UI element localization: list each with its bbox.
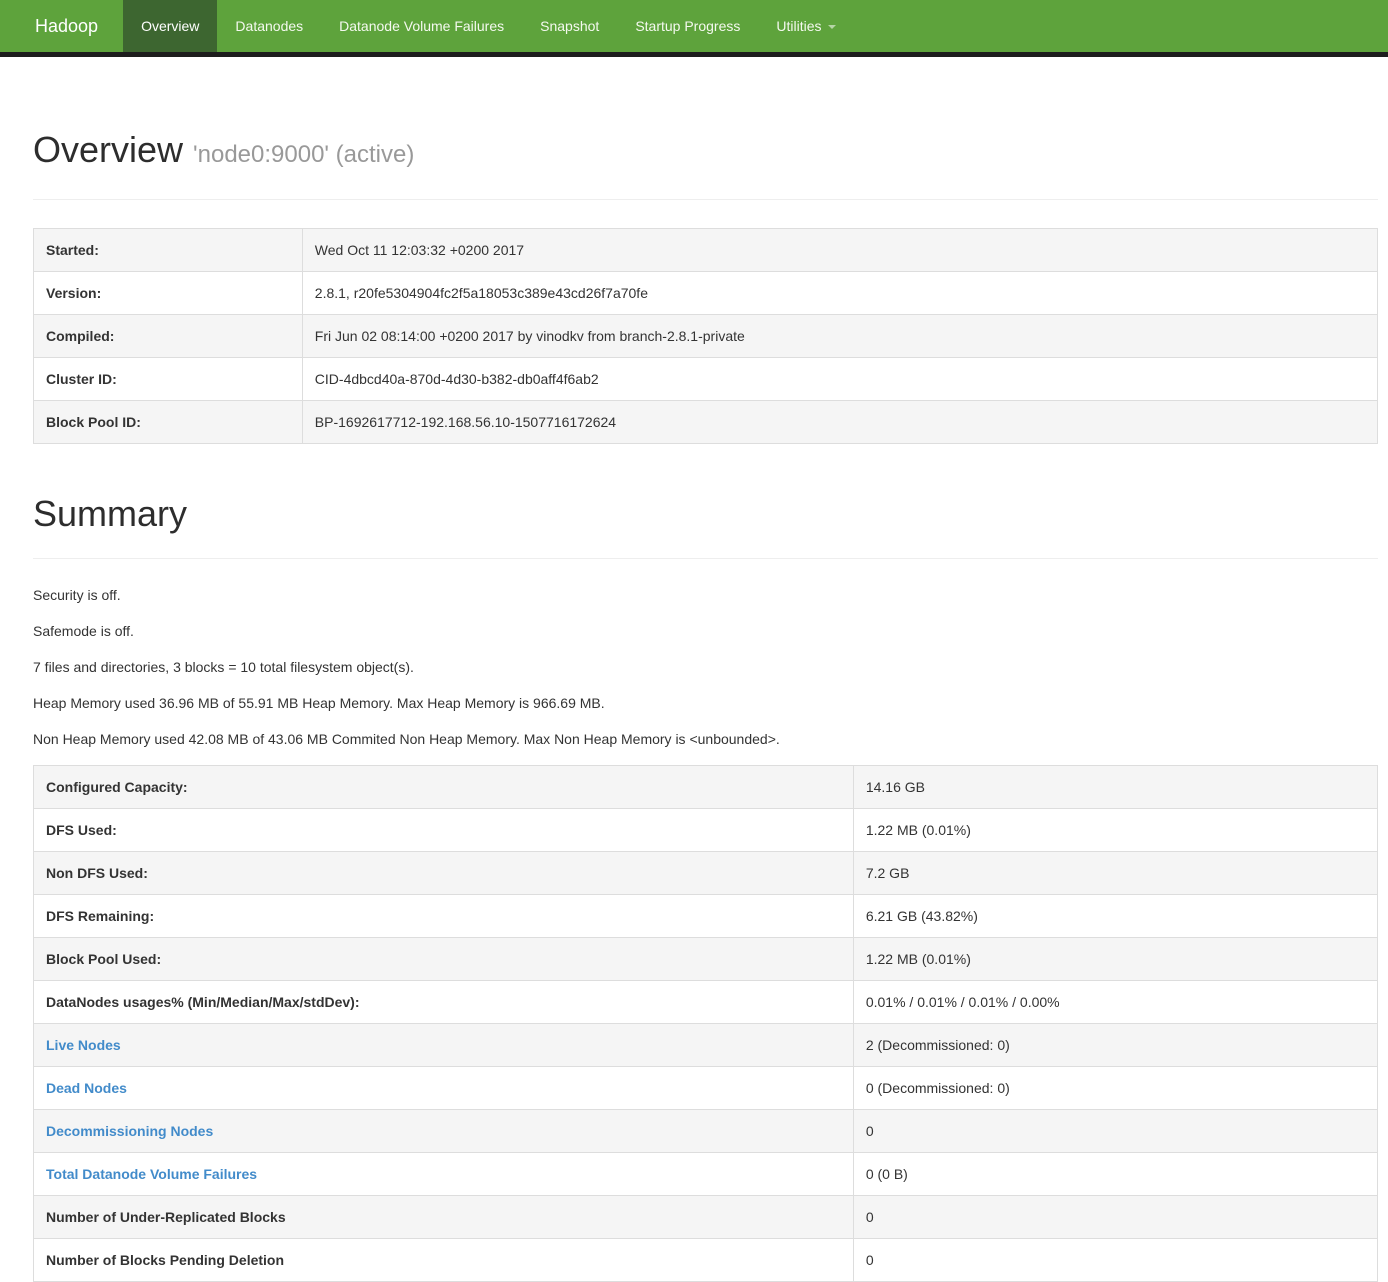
table-row-configured-capacity: Configured Capacity: 14.16 GB [34,766,1378,809]
caret-down-icon [828,25,836,29]
row-value: 0 (Decommissioned: 0) [853,1067,1377,1110]
summary-title: Summary [33,494,1378,534]
table-row-non-dfs-used: Non DFS Used: 7.2 GB [34,852,1378,895]
row-value: 2.8.1, r20fe5304904fc2f5a18053c389e43cd2… [302,272,1377,315]
row-value: 0 (0 B) [853,1153,1377,1196]
row-value: 0 [853,1196,1377,1239]
heap-memory-text: Heap Memory used 36.96 MB of 55.91 MB He… [33,693,1378,713]
row-value: 1.22 MB (0.01%) [853,938,1377,981]
table-row-dead-nodes: Dead Nodes 0 (Decommissioned: 0) [34,1067,1378,1110]
row-value: 1.22 MB (0.01%) [853,809,1377,852]
table-row-cluster-id: Cluster ID: CID-4dbcd40a-870d-4d30-b382-… [34,358,1378,401]
summary-page-header: Summary [33,494,1378,559]
table-row-total-datanode-volume-failures: Total Datanode Volume Failures 0 (0 B) [34,1153,1378,1196]
row-value: Wed Oct 11 12:03:32 +0200 2017 [302,229,1377,272]
main-content: Overview 'node0:9000' (active) Started: … [33,130,1378,1282]
row-value: BP-1692617712-192.168.56.10-150771617262… [302,401,1377,444]
table-row-version: Version: 2.8.1, r20fe5304904fc2f5a18053c… [34,272,1378,315]
safemode-status-text: Safemode is off. [33,621,1378,641]
navbar-bottom-border [0,52,1388,57]
nav-item-datanode-volume-failures[interactable]: Datanode Volume Failures [321,0,522,52]
row-value: 6.21 GB (43.82%) [853,895,1377,938]
table-row-started: Started: Wed Oct 11 12:03:32 +0200 2017 [34,229,1378,272]
table-row-decommissioning-nodes: Decommissioning Nodes 0 [34,1110,1378,1153]
table-row-datanodes-usages: DataNodes usages% (Min/Median/Max/stdDev… [34,981,1378,1024]
row-label: Decommissioning Nodes [34,1110,854,1153]
row-value: Fri Jun 02 08:14:00 +0200 2017 by vinodk… [302,315,1377,358]
hadoop-brand[interactable]: Hadoop [20,0,113,52]
overview-title-text: Overview [33,129,183,170]
row-value: 0.01% / 0.01% / 0.01% / 0.00% [853,981,1377,1024]
nav-item-utilities-label: Utilities [776,18,821,34]
table-row-dfs-used: DFS Used: 1.22 MB (0.01%) [34,809,1378,852]
nav-item-startup-progress[interactable]: Startup Progress [617,0,758,52]
row-label: Cluster ID: [34,358,303,401]
namenode-address-subtitle: 'node0:9000' (active) [193,141,414,168]
row-label: DataNodes usages% (Min/Median/Max/stdDev… [34,981,854,1024]
top-navbar: Hadoop Overview Datanodes Datanode Volum… [0,0,1388,52]
row-value: 14.16 GB [853,766,1377,809]
overview-info-table: Started: Wed Oct 11 12:03:32 +0200 2017 … [33,228,1378,444]
nav-item-utilities-dropdown[interactable]: Utilities [758,0,853,52]
row-label: Version: [34,272,303,315]
table-row-blocks-pending-deletion: Number of Blocks Pending Deletion 0 [34,1239,1378,1282]
row-label: DFS Remaining: [34,895,854,938]
nav-item-snapshot[interactable]: Snapshot [522,0,617,52]
nav-item-overview[interactable]: Overview [123,0,217,52]
row-label: Non DFS Used: [34,852,854,895]
row-label: Block Pool ID: [34,401,303,444]
non-heap-memory-text: Non Heap Memory used 42.08 MB of 43.06 M… [33,729,1378,749]
summary-table: Configured Capacity: 14.16 GB DFS Used: … [33,765,1378,1282]
filesystem-objects-text: 7 files and directories, 3 blocks = 10 t… [33,657,1378,677]
row-label: Started: [34,229,303,272]
dead-nodes-link[interactable]: Dead Nodes [46,1080,127,1096]
row-label: Live Nodes [34,1024,854,1067]
nav-item-datanodes[interactable]: Datanodes [217,0,321,52]
table-row-live-nodes: Live Nodes 2 (Decommissioned: 0) [34,1024,1378,1067]
row-label: Compiled: [34,315,303,358]
overview-title: Overview 'node0:9000' (active) [33,130,1378,175]
row-label: Configured Capacity: [34,766,854,809]
row-value: 0 [853,1239,1377,1282]
navbar-menu: Overview Datanodes Datanode Volume Failu… [123,0,853,52]
row-label: Number of Under-Replicated Blocks [34,1196,854,1239]
table-row-block-pool-used: Block Pool Used: 1.22 MB (0.01%) [34,938,1378,981]
row-label: Dead Nodes [34,1067,854,1110]
row-label: Number of Blocks Pending Deletion [34,1239,854,1282]
table-row-dfs-remaining: DFS Remaining: 6.21 GB (43.82%) [34,895,1378,938]
table-row-compiled: Compiled: Fri Jun 02 08:14:00 +0200 2017… [34,315,1378,358]
total-datanode-volume-failures-link[interactable]: Total Datanode Volume Failures [46,1166,257,1182]
overview-page-header: Overview 'node0:9000' (active) [33,130,1378,200]
security-status-text: Security is off. [33,585,1378,605]
row-label: Block Pool Used: [34,938,854,981]
decommissioning-nodes-link[interactable]: Decommissioning Nodes [46,1123,213,1139]
live-nodes-link[interactable]: Live Nodes [46,1037,121,1053]
row-value: 0 [853,1110,1377,1153]
row-value: 7.2 GB [853,852,1377,895]
table-row-block-pool-id: Block Pool ID: BP-1692617712-192.168.56.… [34,401,1378,444]
table-row-under-replicated-blocks: Number of Under-Replicated Blocks 0 [34,1196,1378,1239]
row-value: 2 (Decommissioned: 0) [853,1024,1377,1067]
row-label: Total Datanode Volume Failures [34,1153,854,1196]
row-value: CID-4dbcd40a-870d-4d30-b382-db0aff4f6ab2 [302,358,1377,401]
row-label: DFS Used: [34,809,854,852]
